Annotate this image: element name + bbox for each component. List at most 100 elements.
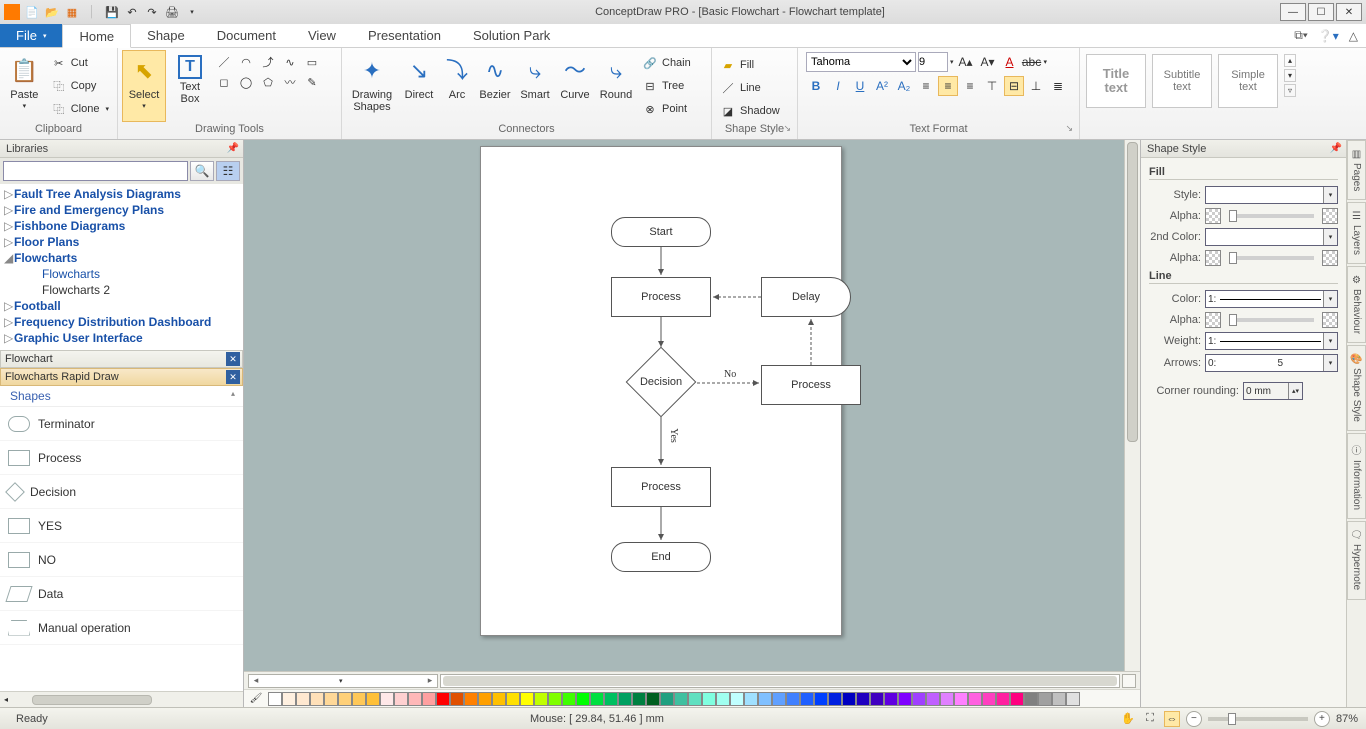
- alpha1-slider[interactable]: [1229, 214, 1314, 218]
- close-stencil-icon-2[interactable]: ✕: [226, 370, 240, 384]
- subscript-button[interactable]: A₂: [894, 76, 914, 96]
- help-icon[interactable]: ❔▾: [1318, 29, 1339, 43]
- chain-button[interactable]: 🔗Chain: [638, 52, 695, 74]
- color-swatch[interactable]: [982, 692, 996, 706]
- secondcolor-select[interactable]: ▾: [1205, 228, 1338, 246]
- tree-item[interactable]: Flowcharts 2: [0, 282, 243, 298]
- color-swatch[interactable]: [562, 692, 576, 706]
- color-swatch[interactable]: [352, 692, 366, 706]
- shape-sector-icon[interactable]: ◠: [238, 54, 254, 70]
- shadow-button[interactable]: ◪Shadow: [716, 100, 784, 122]
- alpha1-chk2[interactable]: [1322, 208, 1338, 224]
- style-simple[interactable]: Simple text: [1218, 54, 1278, 108]
- color-swatch[interactable]: [478, 692, 492, 706]
- align-left-button[interactable]: ≡: [916, 76, 936, 96]
- shape-arc-icon[interactable]: ⤴: [260, 54, 276, 70]
- tree-item[interactable]: ▷Fishbone Diagrams: [0, 218, 243, 234]
- linecolor-select[interactable]: 1:▾: [1205, 290, 1338, 308]
- color-swatch[interactable]: [520, 692, 534, 706]
- align-right-button[interactable]: ≡: [960, 76, 980, 96]
- color-swatch[interactable]: [744, 692, 758, 706]
- qat-undo-icon[interactable]: ↶: [124, 4, 140, 20]
- colorbar-picker-icon[interactable]: 🖌: [248, 692, 264, 706]
- color-swatch[interactable]: [296, 692, 310, 706]
- vtab-information[interactable]: ⓘInformation: [1347, 433, 1366, 519]
- shape-item[interactable]: Decision: [0, 475, 243, 509]
- line-button[interactable]: ／Line: [716, 77, 784, 99]
- tree-view-button[interactable]: ☷: [216, 161, 240, 181]
- textformat-dialog-icon[interactable]: ↘: [1065, 123, 1073, 134]
- shape-process-3[interactable]: Process: [611, 467, 711, 507]
- align-middle-button[interactable]: ⊟: [1004, 76, 1024, 96]
- color-swatch[interactable]: [674, 692, 688, 706]
- paste-button[interactable]: 📋 Paste ▾: [4, 50, 45, 122]
- color-swatch[interactable]: [366, 692, 380, 706]
- color-swatch[interactable]: [436, 692, 450, 706]
- left-hscroll[interactable]: ◂: [0, 691, 243, 707]
- arc-button[interactable]: ⤵Arc: [440, 50, 474, 122]
- tree-item[interactable]: Flowcharts: [0, 266, 243, 282]
- font-color-icon[interactable]: A: [1000, 52, 1020, 72]
- collapse-ribbon-icon[interactable]: △: [1349, 29, 1358, 43]
- color-swatch[interactable]: [954, 692, 968, 706]
- vtab-hypernote[interactable]: 🗨Hypernote: [1347, 521, 1366, 599]
- shape-item[interactable]: Process: [0, 441, 243, 475]
- styles-down-icon[interactable]: ▾: [1284, 69, 1296, 82]
- clone-button[interactable]: ⿻Clone▾: [47, 98, 113, 120]
- pin-icon[interactable]: 📌: [227, 143, 239, 154]
- color-swatch[interactable]: [548, 692, 562, 706]
- shape-item[interactable]: Terminator: [0, 407, 243, 441]
- fill-style-select[interactable]: ▾: [1205, 186, 1338, 204]
- color-swatch[interactable]: [324, 692, 338, 706]
- round-button[interactable]: ⤷Round: [596, 50, 636, 122]
- library-search-input[interactable]: [3, 161, 188, 181]
- color-swatch[interactable]: [842, 692, 856, 706]
- bezier-button[interactable]: ∿Bezier: [476, 50, 514, 122]
- color-swatch[interactable]: [268, 692, 282, 706]
- shape-process-1[interactable]: Process: [611, 277, 711, 317]
- weight-select[interactable]: 1:▾: [1205, 332, 1338, 350]
- shrink-font-icon[interactable]: A▾: [978, 52, 998, 72]
- vtab-behaviour[interactable]: ⚙Behaviour: [1347, 266, 1366, 343]
- color-swatch[interactable]: [772, 692, 786, 706]
- qat-redo-icon[interactable]: ↷: [144, 4, 160, 20]
- shape-end[interactable]: End: [611, 542, 711, 572]
- color-swatch[interactable]: [282, 692, 296, 706]
- color-swatch[interactable]: [534, 692, 548, 706]
- zoom-slider[interactable]: [1208, 717, 1308, 721]
- shape-process-2[interactable]: Process: [761, 365, 861, 405]
- vtab-layers[interactable]: ☰Layers: [1347, 202, 1366, 264]
- shape-free-icon[interactable]: ✎: [304, 74, 320, 90]
- stencil-flowchart[interactable]: Flowchart ✕: [0, 350, 243, 368]
- align-center-button[interactable]: ≡: [938, 76, 958, 96]
- stencil-flowcharts-rapid[interactable]: Flowcharts Rapid Draw ✕: [0, 368, 243, 386]
- bold-button[interactable]: B: [806, 76, 826, 96]
- styles-more-icon[interactable]: ▿: [1284, 84, 1296, 97]
- close-stencil-icon[interactable]: ✕: [226, 352, 240, 366]
- alpha3-chk[interactable]: [1205, 312, 1221, 328]
- minimize-button[interactable]: —: [1280, 3, 1306, 21]
- color-swatch[interactable]: [618, 692, 632, 706]
- alpha1-chk[interactable]: [1205, 208, 1221, 224]
- color-swatch[interactable]: [380, 692, 394, 706]
- tab-home[interactable]: Home: [62, 24, 131, 48]
- color-swatch[interactable]: [492, 692, 506, 706]
- shape-start[interactable]: Start: [611, 217, 711, 247]
- pin-icon-right[interactable]: 📌: [1330, 143, 1342, 154]
- align-bottom-button[interactable]: ⊥: [1026, 76, 1046, 96]
- color-swatch[interactable]: [394, 692, 408, 706]
- color-swatch[interactable]: [926, 692, 940, 706]
- color-swatch[interactable]: [646, 692, 660, 706]
- color-swatch[interactable]: [786, 692, 800, 706]
- color-swatch[interactable]: [898, 692, 912, 706]
- shape-rect-icon[interactable]: ▭: [304, 54, 320, 70]
- smart-button[interactable]: ⤷Smart: [516, 50, 554, 122]
- color-swatch[interactable]: [884, 692, 898, 706]
- shape-item[interactable]: NO: [0, 543, 243, 577]
- color-swatch[interactable]: [338, 692, 352, 706]
- shape-item[interactable]: YES: [0, 509, 243, 543]
- color-swatch[interactable]: [828, 692, 842, 706]
- alpha2-chk[interactable]: [1205, 250, 1221, 266]
- search-button[interactable]: 🔍: [190, 161, 214, 181]
- canvas-hscroll[interactable]: [440, 674, 1120, 688]
